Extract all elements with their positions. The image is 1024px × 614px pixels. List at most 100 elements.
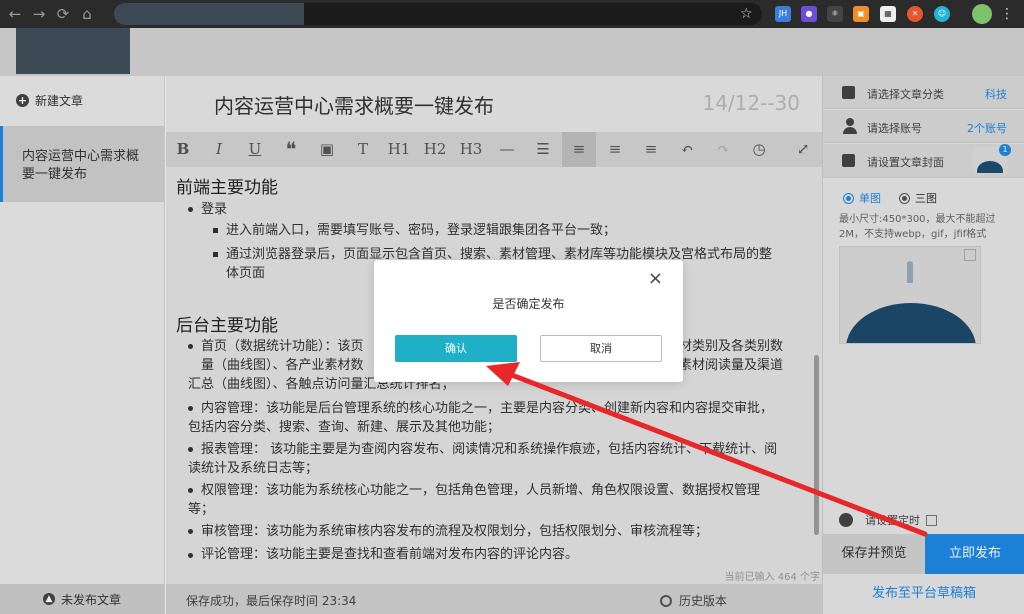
image-icon (842, 154, 855, 167)
single-image-radio[interactable] (843, 192, 854, 204)
cover-image-preview[interactable] (839, 246, 981, 344)
article-sidebar: + 新建文章 内容运营中心需求概要一键发布 ▲ 未发布文章 (0, 76, 165, 614)
schedule-setting[interactable]: 请设置定时 (839, 512, 937, 528)
list-item: 内容管理：该功能是后台管理系统的核心功能之一，主要是内容分类、创建新内容和内容提… (201, 401, 774, 416)
extension-icon[interactable]: ● (801, 6, 817, 22)
close-icon[interactable]: × (648, 268, 663, 289)
align-right-icon[interactable]: ≡ (634, 132, 668, 167)
list-item: 首页（数据统计功能）：该页 (201, 339, 364, 354)
editor-footer: 保存成功，最后保存时间 23:34 历史版本 (166, 584, 822, 614)
publish-now-button[interactable]: 立即发布 (925, 534, 1024, 574)
redo-icon[interactable]: ↷ (706, 132, 740, 167)
cancel-button[interactable]: 取消 (540, 335, 662, 362)
bullet (188, 344, 193, 349)
new-article-label: 新建文章 (35, 94, 84, 108)
new-article-button[interactable]: + 新建文章 (16, 92, 83, 109)
reload-icon[interactable]: ⟳ (51, 0, 75, 28)
plus-circle-icon: + (16, 94, 29, 107)
italic-button[interactable]: I (202, 132, 236, 167)
extension-icon[interactable]: ☺ (934, 6, 950, 22)
home-icon[interactable]: ⌂ (75, 0, 99, 28)
h2-button[interactable]: H2 (418, 132, 452, 167)
account-value: 2个账号 (967, 122, 1007, 135)
bullet (213, 228, 218, 233)
history-label: 历史版本 (679, 594, 728, 608)
character-count: 当前已输入 464 个字 (724, 572, 820, 583)
extension-jh-icon[interactable]: JH (775, 6, 791, 22)
confirm-button[interactable]: 确认 (395, 335, 517, 362)
list-icon[interactable]: ☰ (526, 132, 560, 167)
clock-icon (839, 513, 853, 527)
upload-icon[interactable] (964, 249, 976, 261)
account-label: 请选择账号 (867, 122, 922, 135)
edit-icon[interactable] (926, 514, 937, 526)
list-item-continued: 包括内容分类、搜索、查询、新建、展示及其他功能； (188, 420, 501, 435)
extension-react-icon[interactable]: ⚛ (827, 6, 843, 22)
cover-mode-radio-group: 单图 三图 (843, 190, 937, 206)
bullet (188, 529, 193, 534)
history-version-button[interactable]: 历史版本 (660, 592, 727, 609)
confirm-publish-dialog: × 是否确定发布 确认 取消 (374, 260, 683, 382)
unpublished-articles-toggle[interactable]: ▲ 未发布文章 (0, 584, 164, 614)
bullet (188, 488, 193, 493)
editor-title-area: 内容运营中心需求概要一键发布 14/12--30 (166, 76, 822, 132)
list-item: 评论管理：该功能主要是查找和查看前端对发布内容的评论内容。 (201, 547, 579, 562)
bullet (188, 406, 193, 411)
divider-button[interactable]: — (490, 132, 524, 167)
document-title[interactable]: 内容运营中心需求概要一键发布 (214, 90, 494, 119)
list-item: 登录 (201, 202, 228, 217)
editor-scrollbar[interactable] (814, 355, 819, 535)
redacted-logo (16, 28, 130, 74)
bold-button[interactable]: B (166, 132, 200, 167)
person-icon (843, 118, 857, 134)
browser-menu-icon[interactable]: ⋮ (1000, 3, 1014, 25)
h3-button[interactable]: H3 (454, 132, 488, 167)
browser-toolbar: ← → ⟳ ⌂ ☆ JH ● ⚛ ▣ ▦ ✕ ☺ ⋮ (0, 0, 1024, 28)
extension-icon[interactable]: ✕ (907, 6, 923, 22)
list-item: 审核管理：该功能为系统审核内容发布的流程及权限划分，包括权限划分、审核流程等； (201, 524, 709, 539)
publish-settings-panel: 请选择文章分类 科技 请选择账号 2个账号 请设置文章封面 1 单图 三图 最小… (822, 76, 1024, 614)
editor-toolbar: B I U ❝ ▣ T H1 H2 H3 — ☰ ≡ ≡ ≡ ↶ ↷ ◷ ⤢ (166, 132, 822, 167)
list-item: 进入前端入口，需要填写账号、密码，登录逻辑跟集团各平台一致； (226, 223, 617, 238)
address-bar[interactable] (114, 3, 762, 25)
account-selector[interactable]: 请选择账号 2个账号 (823, 110, 1024, 143)
history-clock-icon[interactable]: ◷ (742, 132, 776, 167)
publish-to-draft-link[interactable]: 发布至平台草稿箱 (823, 582, 1024, 601)
align-left-icon[interactable]: ≡ (562, 132, 596, 167)
list-item-continued: 等； (188, 502, 215, 517)
list-item-fragment: 材类别及各类别数 (679, 339, 784, 354)
h1-button[interactable]: H1 (382, 132, 416, 167)
sidebar-article-item[interactable]: 内容运营中心需求概要一键发布 (0, 126, 164, 202)
document-date: 14/12--30 (702, 91, 800, 115)
redacted-url (114, 3, 304, 25)
list-item: 报表管理： 该功能主要是为查阅内容发布、阅读情况和系统操作痕迹，包括内容统计、下… (201, 442, 778, 457)
app-header (0, 28, 1024, 76)
extension-qr-icon[interactable]: ▦ (880, 6, 896, 22)
category-selector[interactable]: 请选择文章分类 科技 (823, 76, 1024, 109)
category-value: 科技 (985, 88, 1007, 101)
image-icon[interactable]: ▣ (310, 132, 344, 167)
fullscreen-icon[interactable]: ⤢ (786, 132, 820, 167)
profile-avatar[interactable] (972, 4, 992, 24)
dialog-message: 是否确定发布 (492, 297, 565, 311)
text-style-button[interactable]: T (346, 132, 380, 167)
underline-button[interactable]: U (238, 132, 272, 167)
list-item: 权限管理：该功能为系统核心功能之一，包括角色管理，人员新增、角色权限设置、数据授… (201, 483, 761, 498)
triple-image-radio[interactable] (899, 192, 910, 204)
document-icon (842, 86, 855, 99)
align-center-icon[interactable]: ≡ (598, 132, 632, 167)
extension-icon[interactable]: ▣ (853, 6, 869, 22)
planet-illustration (846, 303, 976, 343)
article-item-title: 内容运营中心需求概要一键发布 (22, 149, 140, 182)
bookmark-star-icon[interactable]: ☆ (740, 4, 753, 24)
forward-icon[interactable]: → (27, 0, 51, 28)
undo-icon[interactable]: ↶ (670, 132, 704, 167)
list-item-continued: 读统计及系统日志等； (188, 461, 319, 476)
cover-selector[interactable]: 请设置文章封面 1 (823, 144, 1024, 178)
list-item-continued: 体页面 (226, 266, 266, 281)
clock-icon (660, 594, 672, 607)
back-icon[interactable]: ← (3, 0, 27, 28)
save-status: 保存成功，最后保存时间 23:34 (186, 594, 357, 608)
quote-icon[interactable]: ❝ (274, 132, 308, 167)
save-and-preview-button[interactable]: 保存并预览 (823, 534, 925, 574)
